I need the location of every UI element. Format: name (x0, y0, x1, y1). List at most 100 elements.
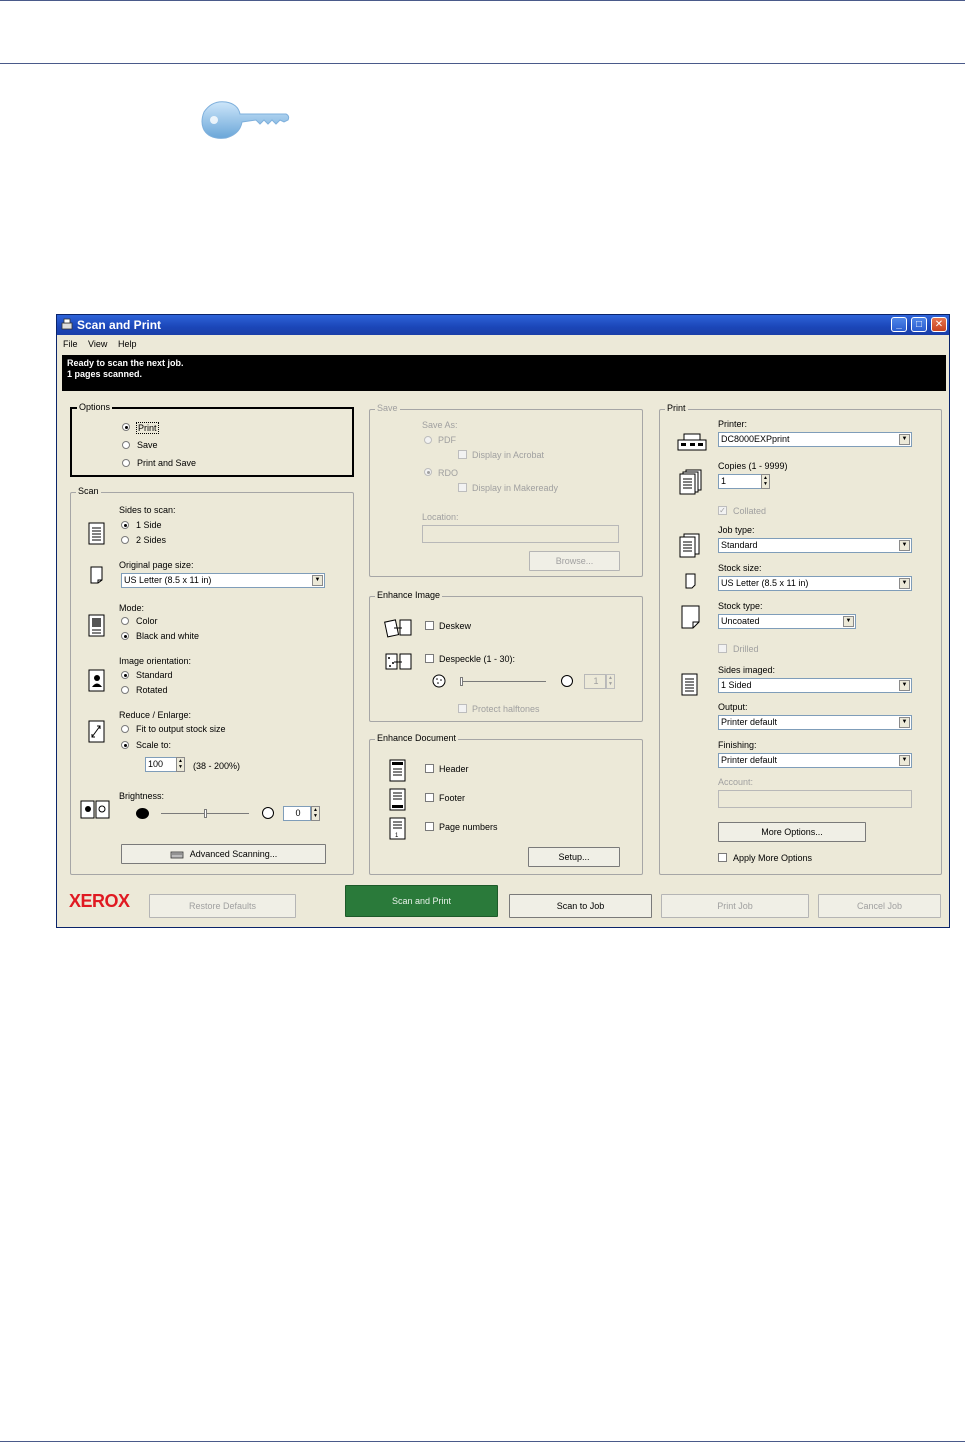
footer-checkbox[interactable] (425, 793, 434, 802)
title-bar[interactable]: Scan and Print _ □ ✕ (57, 315, 949, 335)
stock-size-select[interactable]: US Letter (8.5 x 11 in) ▼ (718, 576, 912, 591)
orientation-rotated-label[interactable]: Rotated (136, 685, 168, 695)
save-rdo-label[interactable]: RDO (438, 468, 458, 478)
save-pdf-label[interactable]: PDF (438, 435, 456, 445)
account-field[interactable] (718, 790, 912, 808)
protect-halftones-label[interactable]: Protect halftones (472, 704, 540, 714)
sides-imaged-icon (681, 673, 698, 696)
chevron-down-icon[interactable]: ▼ (899, 717, 910, 728)
deskew-label[interactable]: Deskew (439, 621, 471, 631)
scan-and-print-button[interactable]: Scan and Print (345, 885, 498, 917)
collated-label[interactable]: Collated (733, 506, 766, 516)
option-print-label[interactable]: Print (136, 422, 159, 434)
option-save-label[interactable]: Save (137, 440, 158, 450)
option-print-and-save-radio[interactable] (122, 459, 130, 467)
sides-imaged-select[interactable]: 1 Sided ▼ (718, 678, 912, 693)
scale-to-radio[interactable] (121, 741, 129, 749)
orientation-rotated-radio[interactable] (121, 686, 129, 694)
fit-to-output-radio[interactable] (121, 725, 129, 733)
despeckle-value-field[interactable]: 1 (584, 674, 606, 689)
chevron-down-icon[interactable]: ▼ (899, 434, 910, 445)
header-checkbox[interactable] (425, 764, 434, 773)
mode-black-white-label[interactable]: Black and white (136, 631, 199, 641)
scan-label: Scan (76, 486, 101, 496)
menu-view[interactable]: View (88, 339, 107, 349)
scan-2-sides-radio[interactable] (121, 536, 129, 544)
status-panel: Ready to scan the next job. 1 pages scan… (62, 355, 946, 391)
enhance-document-group: Enhance Document Header Footer 1 Page nu… (369, 733, 643, 875)
despeckle-spinner[interactable]: ▲ ▼ (606, 674, 615, 689)
scan-1-side-label[interactable]: 1 Side (136, 520, 162, 530)
chevron-down-icon[interactable]: ▼ (899, 755, 910, 766)
chevron-down-icon[interactable]: ▼ (312, 575, 323, 586)
orientation-standard-label[interactable]: Standard (136, 670, 173, 680)
page-numbers-label[interactable]: Page numbers (439, 822, 498, 832)
close-button[interactable]: ✕ (931, 317, 947, 332)
chevron-down-icon[interactable]: ▼ (843, 616, 854, 627)
drilled-label[interactable]: Drilled (733, 644, 759, 654)
menu-bar: File View Help (57, 335, 949, 353)
despeckle-slider-track[interactable] (460, 681, 546, 682)
option-print-radio[interactable] (122, 423, 130, 431)
protect-halftones-checkbox[interactable] (458, 704, 467, 713)
chevron-down-icon[interactable]: ▼ (899, 578, 910, 589)
job-type-select[interactable]: Standard ▼ (718, 538, 912, 553)
copies-spinner[interactable]: ▲ ▼ (761, 474, 770, 489)
display-in-makeready-checkbox[interactable] (458, 483, 467, 492)
stock-type-select[interactable]: Uncoated ▼ (718, 614, 856, 629)
option-save-radio[interactable] (122, 441, 130, 449)
brightness-value-field[interactable]: 0 (283, 806, 311, 821)
mode-color-radio[interactable] (121, 617, 129, 625)
print-job-button[interactable]: Print Job (661, 894, 809, 918)
display-in-acrobat-checkbox[interactable] (458, 450, 467, 459)
orientation-standard-radio[interactable] (121, 671, 129, 679)
brightness-slider-thumb[interactable] (204, 809, 207, 818)
chevron-down-icon[interactable]: ▼ (899, 540, 910, 551)
brightness-spinner[interactable]: ▲ ▼ (311, 806, 320, 821)
page-numbers-checkbox[interactable] (425, 822, 434, 831)
browse-button[interactable]: Browse... (529, 551, 620, 571)
more-options-button[interactable]: More Options... (718, 822, 866, 842)
save-pdf-radio[interactable] (424, 436, 432, 444)
deskew-checkbox[interactable] (425, 621, 434, 630)
scale-to-label[interactable]: Scale to: (136, 740, 171, 750)
printer-select[interactable]: DC8000EXPprint ▼ (718, 432, 912, 447)
option-print-and-save-label[interactable]: Print and Save (137, 458, 196, 468)
footer-label[interactable]: Footer (439, 793, 465, 803)
setup-button[interactable]: Setup... (528, 847, 620, 867)
scan-1-side-radio[interactable] (121, 521, 129, 529)
apply-more-options-label[interactable]: Apply More Options (733, 853, 812, 863)
menu-help[interactable]: Help (118, 339, 137, 349)
despeckle-label[interactable]: Despeckle (1 - 30): (439, 654, 515, 664)
scan-2-sides-label[interactable]: 2 Sides (136, 535, 166, 545)
apply-more-options-checkbox[interactable] (718, 853, 727, 862)
header-icon (389, 759, 406, 782)
collated-checkbox[interactable]: ✓ (718, 506, 727, 515)
menu-file[interactable]: File (63, 339, 78, 349)
copies-field[interactable]: 1 (718, 474, 762, 489)
maximize-button[interactable]: □ (911, 317, 927, 332)
output-select[interactable]: Printer default ▼ (718, 715, 912, 730)
display-in-acrobat-label[interactable]: Display in Acrobat (472, 450, 544, 460)
chevron-down-icon[interactable]: ▼ (899, 680, 910, 691)
location-field[interactable] (422, 525, 619, 543)
despeckle-slider-thumb[interactable] (460, 677, 463, 686)
scale-value-field[interactable]: 100 (145, 757, 177, 772)
minimize-button[interactable]: _ (891, 317, 907, 332)
drilled-checkbox[interactable] (718, 644, 727, 653)
save-rdo-radio[interactable] (424, 468, 432, 476)
stock-size-value: US Letter (8.5 x 11 in) (721, 578, 809, 588)
original-page-size-select[interactable]: US Letter (8.5 x 11 in) ▼ (121, 573, 325, 588)
fit-to-output-label[interactable]: Fit to output stock size (136, 724, 226, 734)
despeckle-checkbox[interactable] (425, 654, 434, 663)
mode-black-white-radio[interactable] (121, 632, 129, 640)
header-label[interactable]: Header (439, 764, 469, 774)
advanced-scanning-button[interactable]: Advanced Scanning... (121, 844, 326, 864)
restore-defaults-button[interactable]: Restore Defaults (149, 894, 296, 918)
display-in-makeready-label[interactable]: Display in Makeready (472, 483, 558, 493)
mode-color-label[interactable]: Color (136, 616, 158, 626)
scan-to-job-button[interactable]: Scan to Job (509, 894, 652, 918)
finishing-select[interactable]: Printer default ▼ (718, 753, 912, 768)
cancel-job-button[interactable]: Cancel Job (818, 894, 941, 918)
scale-spinner[interactable]: ▲ ▼ (176, 757, 185, 772)
